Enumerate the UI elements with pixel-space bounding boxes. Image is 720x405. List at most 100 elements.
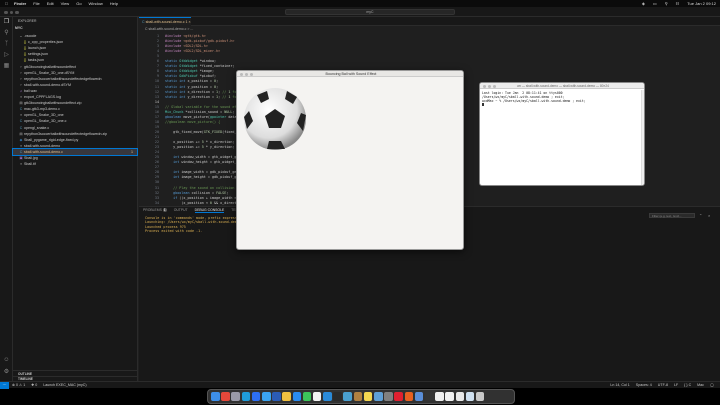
file-tree-item[interactable]: ≡ export_CPPFLAGS.log	[13, 94, 137, 100]
dock-network-utility-icon[interactable]	[343, 392, 353, 401]
zoom-button[interactable]	[250, 72, 253, 76]
dock-settings-icon[interactable]	[414, 392, 424, 401]
zoom-button[interactable]	[493, 84, 496, 88]
close-tab-icon[interactable]: ×	[189, 20, 191, 24]
dock-notes-icon[interactable]	[363, 392, 373, 401]
menu-file[interactable]: File	[33, 1, 39, 6]
close-button[interactable]	[483, 84, 486, 88]
manage-gear-icon[interactable]: ⚙	[3, 369, 10, 376]
notifications-bell-icon[interactable]: ◯	[710, 382, 714, 388]
close-button[interactable]	[4, 10, 8, 14]
file-tree-item[interactable]: ≡ sball-with-sound-demo	[13, 143, 137, 149]
dock-archive-icon[interactable]	[353, 392, 363, 401]
file-tree-item[interactable]: ▣Sball.jpg	[13, 155, 137, 161]
indentation[interactable]: Spaces: 4	[636, 382, 652, 388]
file-tree-item[interactable]: ⌄ .vscode	[13, 33, 137, 39]
tab-sball-with-sound-demo[interactable]: C sball-with-sound-demo.c 1 ×	[139, 17, 191, 26]
file-tree-item[interactable]: › gtk3bouncingballwithsoundeffect	[13, 64, 137, 70]
search-icon[interactable]: ⚲	[665, 1, 668, 6]
wifi-icon[interactable]: ◈	[642, 1, 645, 6]
panel-maximize-icon[interactable]: ⌃	[699, 213, 702, 218]
close-button[interactable]	[240, 72, 243, 76]
dock-chrome-icon[interactable]	[221, 392, 230, 401]
menu-go[interactable]: Go	[76, 1, 81, 6]
dock-document-icon[interactable]	[445, 392, 454, 401]
account-icon[interactable]: ☺	[3, 357, 10, 364]
minimize-button[interactable]	[9, 10, 13, 14]
explorer-icon[interactable]: ❐	[3, 19, 10, 26]
launch-config[interactable]: Launch EXEC_MAC (myC)	[43, 382, 86, 388]
dock-safari-icon[interactable]	[261, 392, 271, 401]
dock-folder-window-icon[interactable]	[465, 392, 475, 401]
dock-finder-icon[interactable]	[211, 392, 220, 401]
dock-word-icon[interactable]	[272, 392, 281, 401]
dock-preview-icon[interactable]	[374, 392, 383, 401]
dock-app-store-icon[interactable]	[292, 392, 302, 401]
file-tree-item[interactable]: ▤gtk3bouncingballwithsoundeffect.zip	[13, 100, 137, 106]
command-center-search[interactable]: myC	[285, 9, 455, 15]
file-tree-item[interactable]: Csball-with-sound-demo.c 1	[12, 147, 138, 156]
dock-disk-utility-icon[interactable]	[384, 392, 393, 401]
file-tree-item[interactable]: Cmac-gtk3-mp3-demo.c	[13, 106, 137, 112]
minimize-button[interactable]	[488, 84, 491, 88]
dock-screenshot-icon[interactable]	[455, 392, 465, 401]
file-tree-item[interactable]: › sball-with-sound-demo.dSYM	[13, 82, 137, 88]
menu-window[interactable]: Window	[89, 1, 103, 6]
encoding[interactable]: UTF-8	[658, 382, 668, 388]
dock-cursor-app-icon[interactable]	[424, 392, 434, 401]
tab-problems[interactable]: PROBLEMS 1	[143, 208, 167, 213]
terminal-scrollbar[interactable]	[641, 90, 644, 185]
menu-edit[interactable]: Edit	[47, 1, 54, 6]
tab-debug-console[interactable]: DEBUG CONSOLE	[194, 208, 225, 213]
dock-facetime-icon[interactable]	[302, 392, 312, 401]
control-center-icon[interactable]: ☷	[676, 1, 680, 6]
run-debug-icon[interactable]: ▷	[3, 52, 10, 59]
file-tree-item[interactable]: › openGL_Snake_3D_one.dSYM	[13, 70, 137, 76]
end-of-line[interactable]: LF	[674, 382, 678, 388]
file-tree-item[interactable]: ◆ Sball_pygame_rigid-edge-fixed.py	[13, 137, 137, 143]
breadcrumb[interactable]: C sball-with-sound-demo.c > ...	[145, 27, 193, 31]
battery-icon[interactable]: ▭	[653, 1, 657, 6]
file-tree-item[interactable]: {} settings.json	[13, 51, 137, 57]
remote-indicator-icon[interactable]: ⋯	[0, 382, 9, 389]
minimize-button[interactable]	[245, 72, 248, 76]
dock-zoom-icon[interactable]	[251, 392, 261, 401]
menu-help[interactable]: Help	[110, 1, 118, 6]
file-tree-item[interactable]: ♫ ball.wav	[13, 88, 137, 94]
dock-launchpad-icon[interactable]	[231, 392, 240, 401]
dock-vscode-icon[interactable]	[323, 392, 332, 401]
dock-photos-icon[interactable]	[282, 392, 291, 401]
file-tree-item[interactable]: CopenGL_Snake_3D_one.c	[13, 118, 137, 124]
problems-status[interactable]: ⊗ 0 ⚠ 1	[12, 382, 25, 388]
file-tree-item[interactable]: {} c_cpp_properties.json	[13, 39, 137, 45]
dock-textedit-icon[interactable]	[435, 392, 444, 401]
panel-close-icon[interactable]: ×	[708, 213, 710, 218]
platform[interactable]: Mac	[697, 382, 704, 388]
file-tree-item[interactable]: ≡ Sball.tif	[13, 161, 137, 167]
ports-status[interactable]: ✚ 0	[31, 382, 37, 388]
menu-app[interactable]: Finder	[14, 1, 26, 6]
menu-view[interactable]: View	[61, 1, 70, 6]
dock-edge-icon[interactable]	[241, 392, 251, 401]
file-tree-item[interactable]: Copengl_snake.c	[13, 125, 137, 131]
zoom-button[interactable]	[15, 10, 19, 14]
apple-icon[interactable]: 	[5, 1, 8, 6]
tab-output[interactable]: OUTPUT	[174, 208, 188, 213]
file-tree-item[interactable]: {} launch.json	[13, 45, 137, 51]
clock[interactable]: Tue Jan 2 09:12	[687, 1, 716, 6]
file-tree-item[interactable]: › repython3soccerballwithsoundeffectedgef…	[13, 76, 137, 82]
source-control-icon[interactable]: ᛉ	[3, 41, 10, 48]
dock-trash-icon[interactable]	[475, 392, 485, 401]
cursor-position[interactable]: Ln 14, Col 1	[610, 382, 629, 388]
dock-calendar-icon[interactable]	[312, 392, 322, 401]
search-icon[interactable]: ⚲	[3, 30, 10, 37]
file-tree-item[interactable]: ≡ openGL_Snake_3D_one	[13, 112, 137, 118]
dock-opera-icon[interactable]	[394, 392, 403, 401]
file-tree-item[interactable]: ▤repython3soccerballwithsoundeffectedgef…	[13, 131, 137, 137]
dock-terminal-icon[interactable]	[333, 392, 342, 401]
language-mode[interactable]: { } C	[684, 382, 691, 388]
workspace-root[interactable]: MYC	[15, 26, 23, 30]
file-tree-item[interactable]: {} tasks.json	[13, 57, 137, 63]
dock-firefox-icon[interactable]	[404, 392, 414, 401]
extensions-icon[interactable]: ▦	[3, 63, 10, 70]
